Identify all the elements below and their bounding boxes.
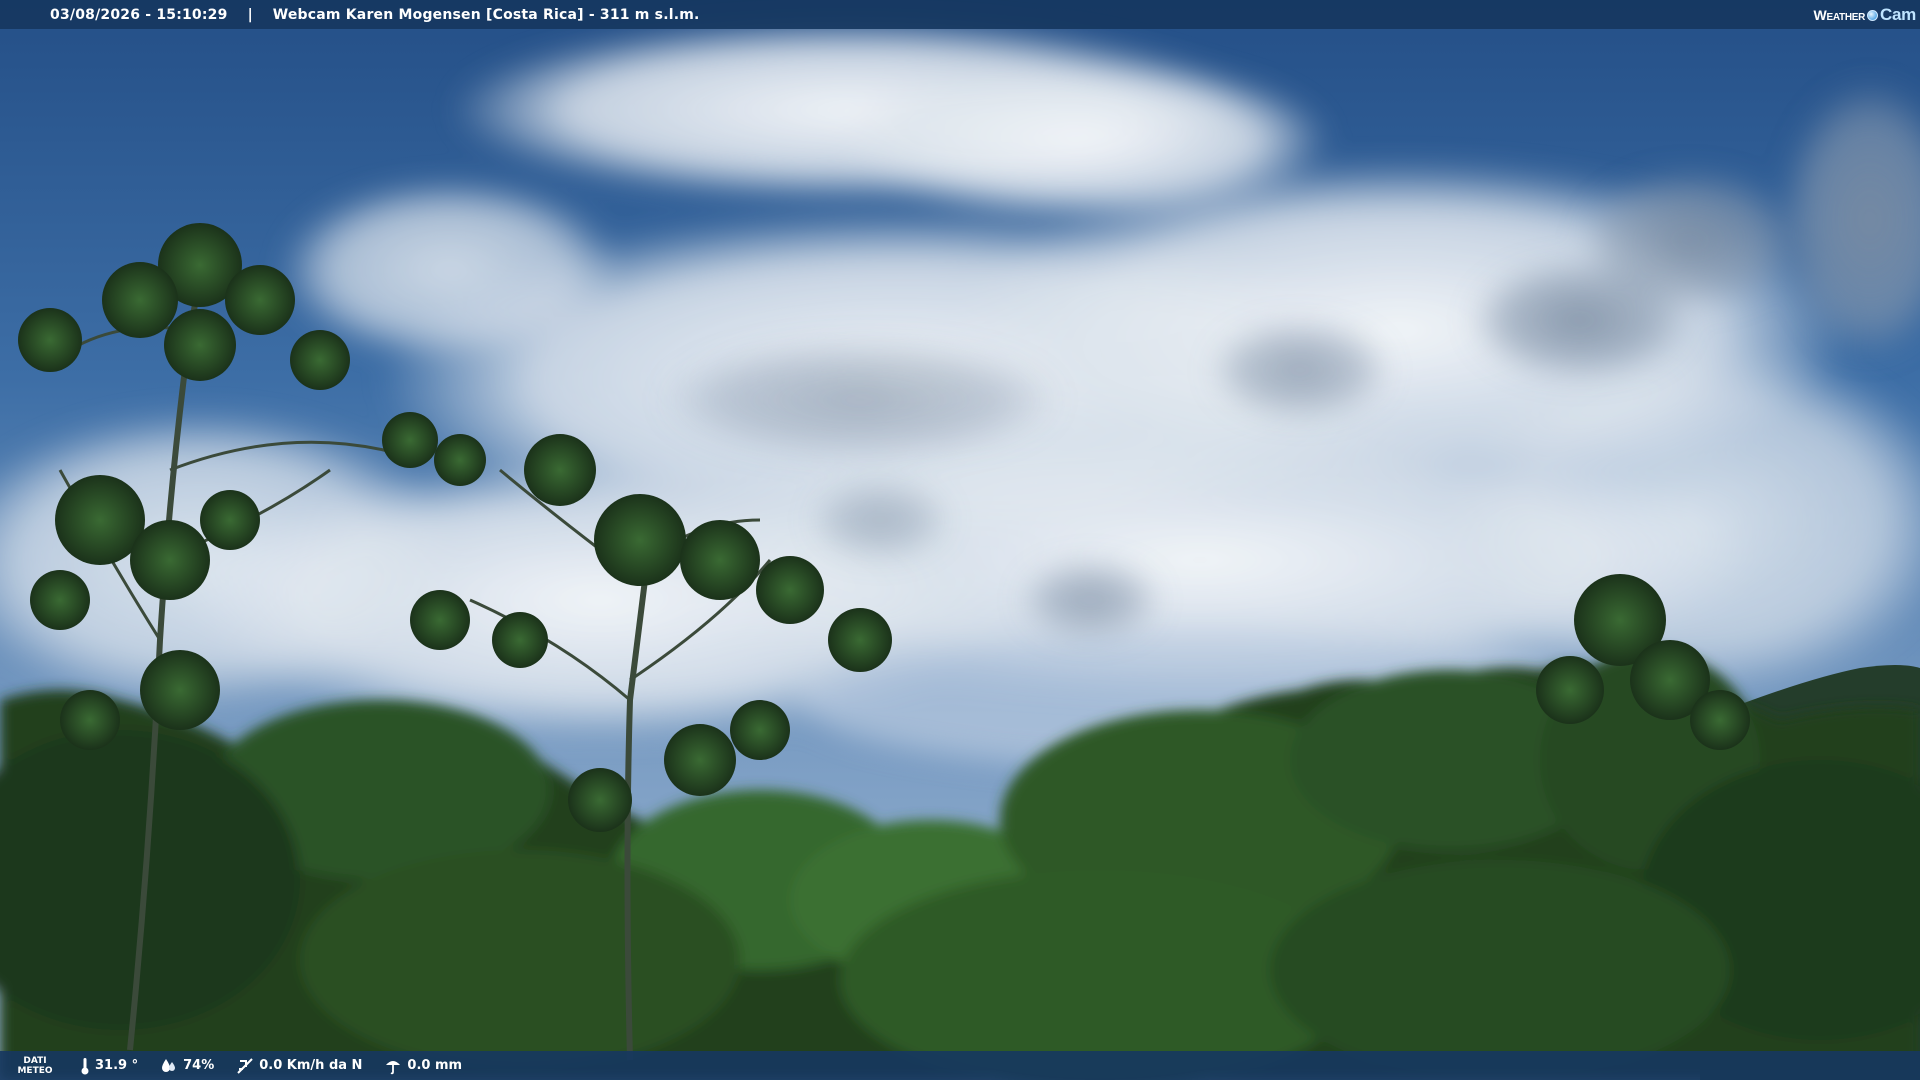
dati-meteo-label: DATI METEO [0,1056,70,1076]
label-line-1: DATI [23,1055,47,1066]
top-info-bar: 03/08/2026 - 15:10:29 | Webcam Karen Mog… [0,0,1920,29]
timestamp: 03/08/2026 - 15:10:29 [50,6,228,23]
webcam-image [0,0,1920,1080]
wind-icon [237,1057,253,1074]
logo-cam-text: Cam [1880,5,1916,24]
webcam-location: Webcam Karen Mogensen [Costa Rica] - 311… [272,6,700,23]
separator: | [247,6,253,23]
humidity-stat: 74% [160,1058,214,1074]
humidity-drop-icon [162,1058,176,1072]
weathercam-logo: Weather Cam [1813,4,1917,26]
thermometer-icon [81,1057,89,1074]
humidity-value: 74% [183,1058,215,1073]
sun-dot-icon [1867,9,1879,21]
logo-weather-text: Weather [1813,7,1866,23]
temperature-stat: 31.9 ° [80,1057,138,1075]
label-line-2: METEO [17,1065,53,1076]
rain-stat: 0.0 mm [384,1057,462,1075]
wind-value: 0.0 Km/h da N [259,1058,363,1073]
temperature-value: 31.9 ° [95,1058,139,1073]
wind-stat: 0.0 Km/h da N [236,1057,362,1075]
weather-data-bar: DATI METEO 31.9 ° 74% 0.0 Km/h da N 0.0 … [0,1051,1920,1080]
rain-value: 0.0 mm [407,1058,463,1073]
rain-icon [386,1060,401,1074]
